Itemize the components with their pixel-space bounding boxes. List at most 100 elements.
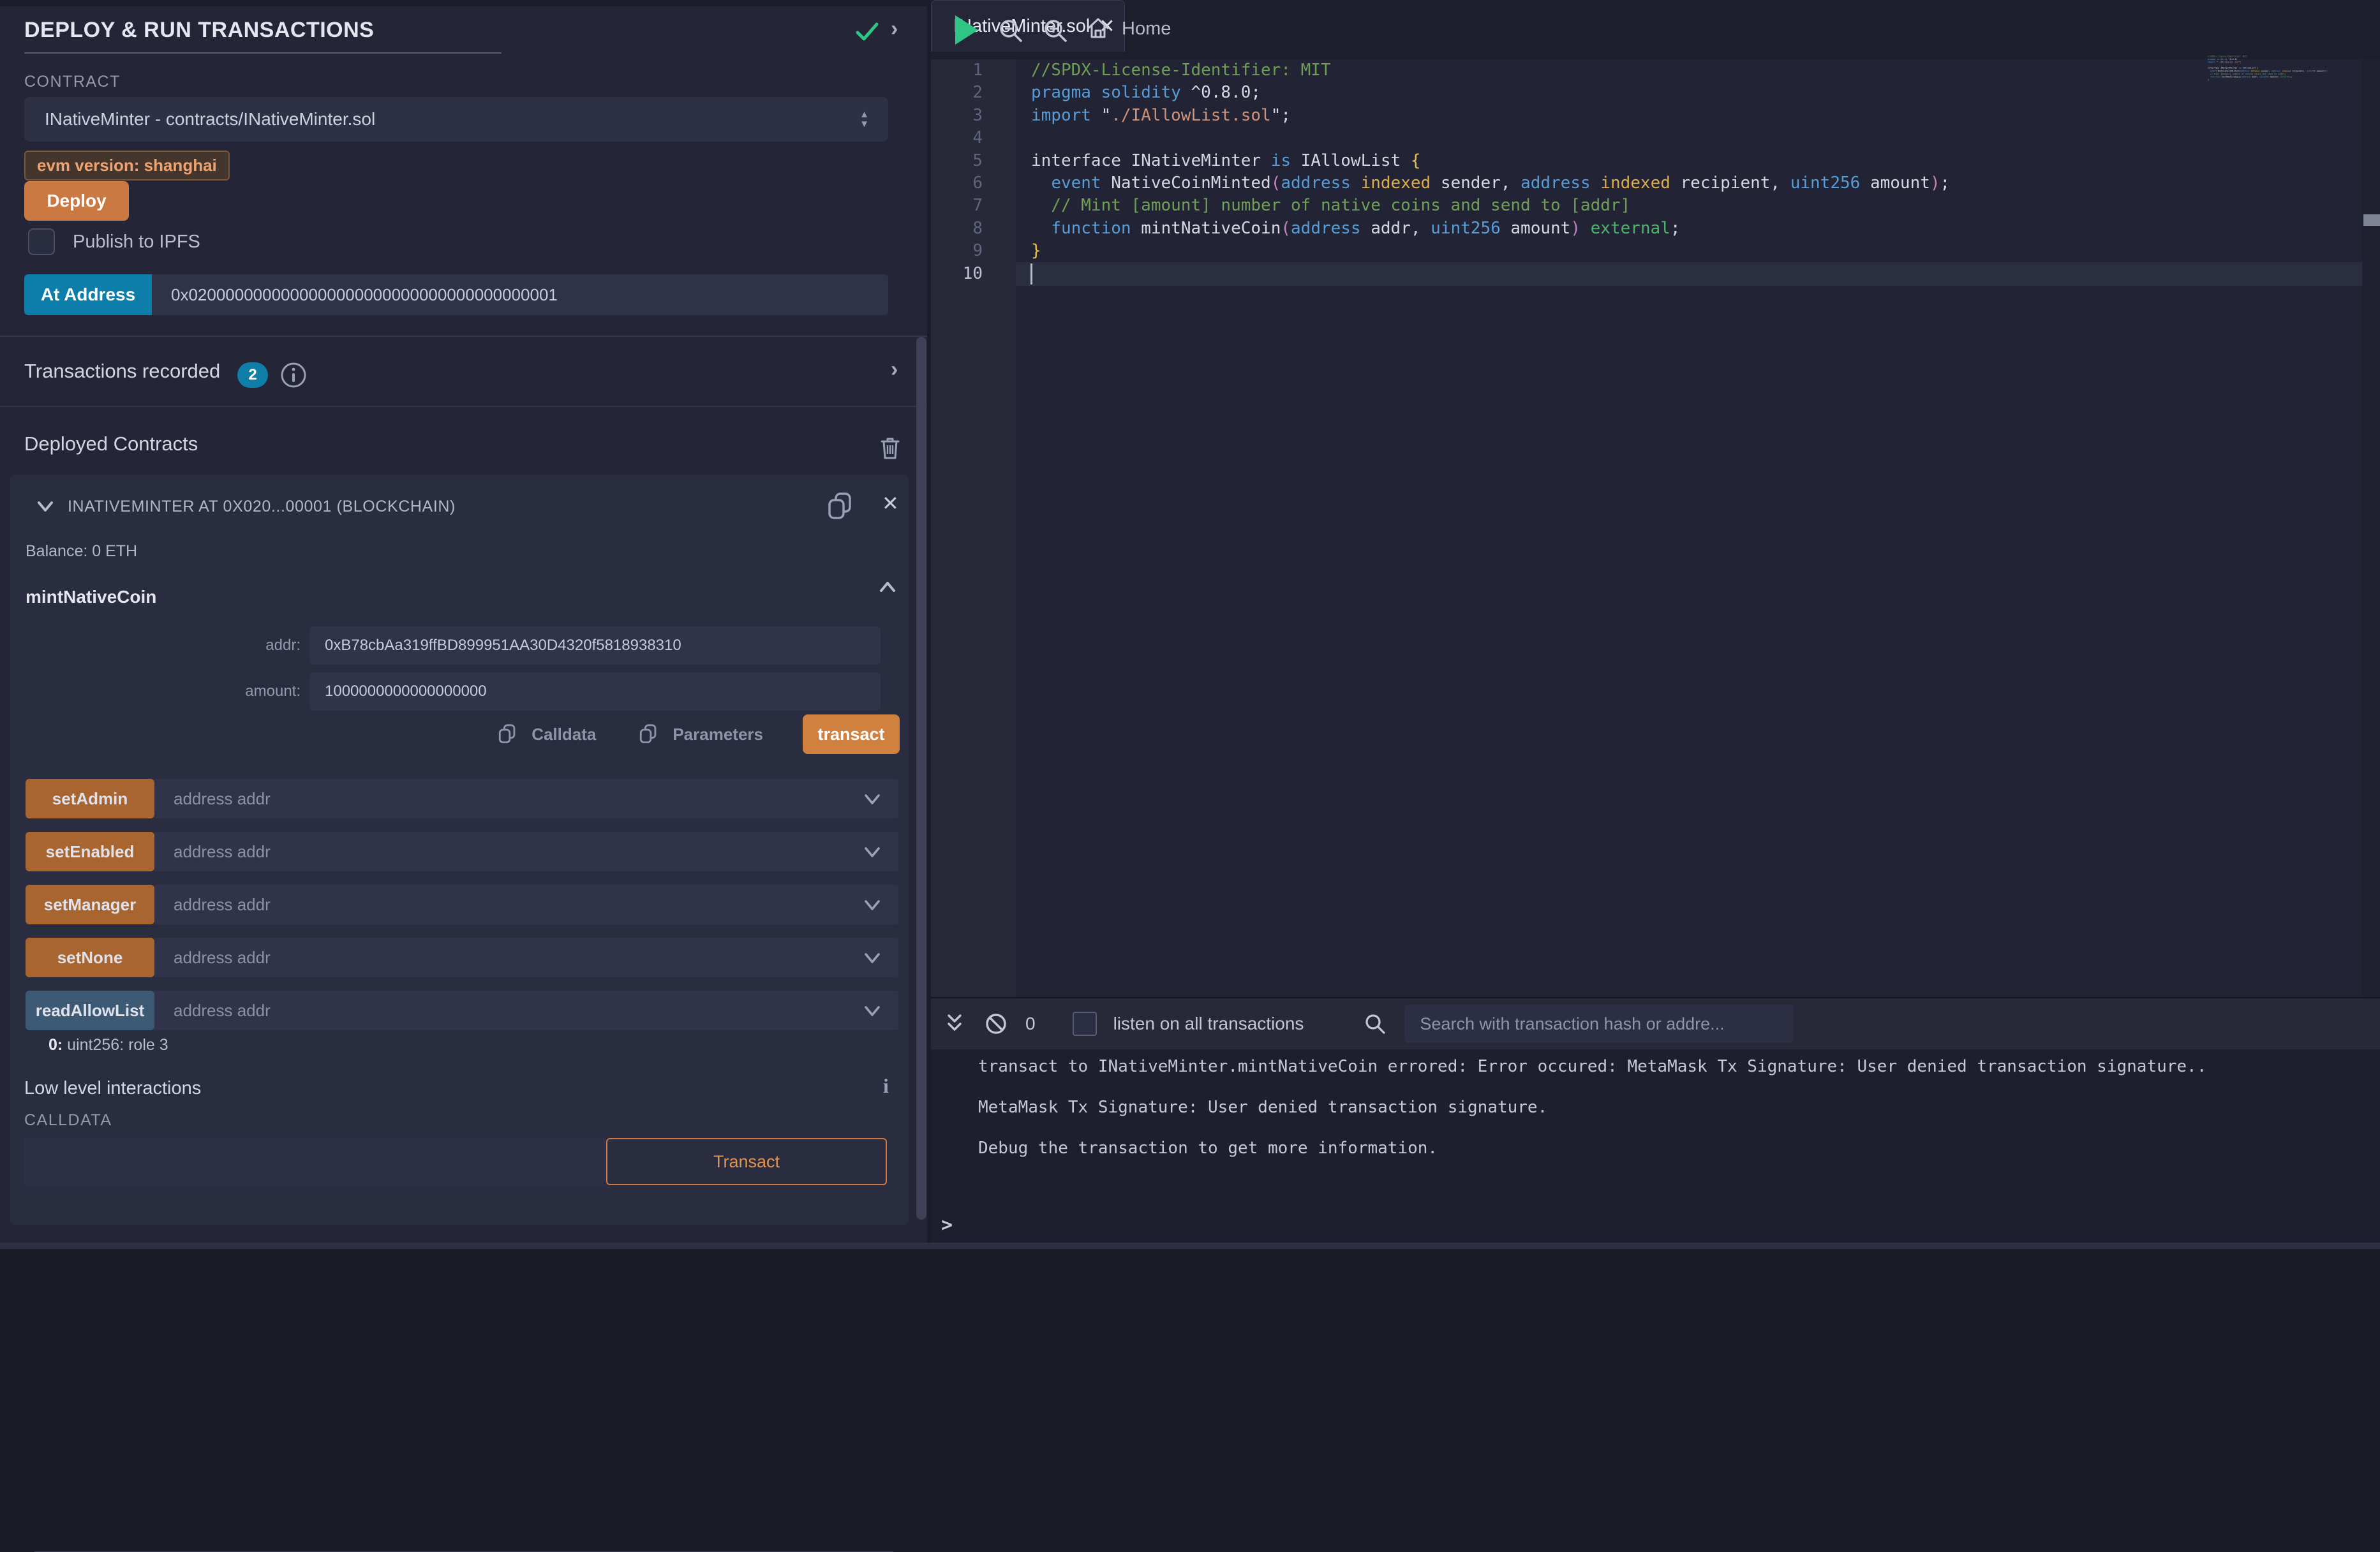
code-line[interactable] xyxy=(1031,127,1950,149)
transactions-recorded-label: Transactions recorded xyxy=(24,360,220,383)
contract-label: CONTRACT xyxy=(24,73,121,91)
expand-chevron-icon[interactable] xyxy=(861,788,883,809)
trash-icon[interactable] xyxy=(877,434,904,462)
fn-button-setManager[interactable]: setManager xyxy=(26,885,154,924)
addr-field-label: addr: xyxy=(10,637,309,654)
contract-select[interactable]: INativeMinter - contracts/INativeMinter.… xyxy=(24,97,888,142)
transactions-expand-chevron[interactable]: › xyxy=(891,357,898,382)
terminal-header: 0 listen on all transactions xyxy=(931,998,2380,1049)
amount-field-input[interactable] xyxy=(309,672,881,711)
contract-select-value: INativeMinter - contracts/INativeMinter.… xyxy=(45,109,375,129)
deploy-button[interactable]: Deploy xyxy=(24,181,129,221)
fn-placeholder[interactable]: address addr xyxy=(174,789,861,809)
pending-tx-count: 0 xyxy=(1025,1014,1036,1034)
code-line[interactable]: // Mint [amount] number of native coins … xyxy=(1031,195,1950,217)
tab-home[interactable]: Home xyxy=(1085,15,1171,42)
publish-ipfs-checkbox[interactable] xyxy=(28,228,55,255)
code-line[interactable]: event NativeCoinMinted(address indexed s… xyxy=(1031,172,1950,195)
deploy-run-panel: DEPLOY & RUN TRANSACTIONS › CONTRACT INa… xyxy=(0,0,930,1249)
expand-chevron-icon[interactable] xyxy=(861,947,883,968)
code-line[interactable]: pragma solidity ^0.8.0; xyxy=(1031,82,1950,104)
expand-chevron-icon[interactable] xyxy=(861,1000,883,1021)
contract-balance: Balance: 0 ETH xyxy=(26,542,137,561)
function-collapse-chevron-icon[interactable] xyxy=(877,577,898,598)
code-line[interactable]: function mintNativeCoin(address addr, ui… xyxy=(1031,218,1950,240)
code-line[interactable]: //SPDX-License-Identifier: MIT xyxy=(1031,59,1950,82)
addr-field-input[interactable] xyxy=(309,626,881,665)
function-row-setNone: address addr setNone xyxy=(26,938,904,977)
code-content[interactable]: //SPDX-License-Identifier: MITpragma sol… xyxy=(1031,59,1950,285)
low-level-transact-button[interactable]: Transact xyxy=(606,1138,887,1185)
run-script-icon[interactable] xyxy=(955,15,978,45)
terminal-search-icon xyxy=(1362,1011,1388,1037)
editor-gutter: 12345678910 xyxy=(931,59,999,285)
contract-instance-title: INATIVEMINTER AT 0X020...00001 (BLOCKCHA… xyxy=(68,498,456,516)
calldata-section-label: CALLDATA xyxy=(24,1111,112,1130)
expand-chevron-icon[interactable] xyxy=(861,894,883,915)
copy-address-icon[interactable] xyxy=(826,490,856,523)
title-underline xyxy=(24,52,502,54)
editor-tabbar: Home INativeMinter.sol ✕ xyxy=(931,0,2380,59)
parameters-copy-label[interactable]: Parameters xyxy=(673,725,763,744)
home-icon xyxy=(1085,15,1112,42)
terminal-line: MetaMask Tx Signature: User denied trans… xyxy=(978,1098,1547,1117)
tab-home-label: Home xyxy=(1122,18,1171,40)
fn-placeholder[interactable]: address addr xyxy=(174,895,861,915)
panel-scrollbar[interactable] xyxy=(916,337,926,1220)
fn-button-setEnabled[interactable]: setEnabled xyxy=(26,832,154,871)
transact-button[interactable]: transact xyxy=(803,714,900,754)
fn-placeholder[interactable]: address addr xyxy=(174,1001,861,1021)
transactions-count-badge: 2 xyxy=(237,362,268,388)
zoom-in-icon[interactable] xyxy=(1041,17,1071,46)
low-level-title: Low level interactions xyxy=(24,1078,201,1099)
low-level-info-icon[interactable]: i xyxy=(883,1074,889,1098)
terminal: 0 listen on all transactions transact to… xyxy=(931,997,2380,1244)
publish-ipfs-label: Publish to IPFS xyxy=(73,232,200,253)
panel-collapse-chevron[interactable]: › xyxy=(891,17,898,41)
terminal-prompt[interactable]: > xyxy=(941,1214,953,1236)
terminal-search-input[interactable] xyxy=(1404,1005,1794,1043)
calldata-copy-label[interactable]: Calldata xyxy=(532,725,596,744)
at-address-input[interactable] xyxy=(152,274,888,315)
terminal-expand-icon[interactable] xyxy=(942,1012,967,1036)
function-row-setManager: address addr setManager xyxy=(26,885,904,924)
info-icon[interactable] xyxy=(279,361,308,389)
editor-overview-ruler xyxy=(2362,59,2380,997)
compile-success-check-icon xyxy=(854,18,881,45)
clear-console-icon[interactable] xyxy=(983,1011,1009,1037)
fn-placeholder[interactable]: address addr xyxy=(174,948,861,968)
terminal-line: Debug the transaction to get more inform… xyxy=(978,1139,1438,1158)
copy-calldata-icon[interactable] xyxy=(497,722,519,746)
at-address-button[interactable]: At Address xyxy=(24,274,152,315)
copy-parameters-icon[interactable] xyxy=(638,722,660,746)
fn-placeholder[interactable]: address addr xyxy=(174,842,861,862)
deployed-contracts-title: Deployed Contracts xyxy=(24,432,198,455)
deployed-contract-card: INATIVEMINTER AT 0X020...00001 (BLOCKCHA… xyxy=(10,475,909,1225)
evm-version-badge: evm version: shanghai xyxy=(24,151,230,181)
amount-field-label: amount: xyxy=(10,683,309,700)
terminal-line: transact to INativeMinter.mintNativeCoin… xyxy=(978,1057,2206,1076)
code-line[interactable] xyxy=(2208,81,2362,84)
listen-all-checkbox[interactable] xyxy=(1073,1012,1097,1036)
code-line[interactable]: } xyxy=(1031,240,1950,262)
code-line[interactable] xyxy=(1031,263,1950,285)
expand-chevron-icon[interactable] xyxy=(861,841,883,862)
zoom-out-icon[interactable] xyxy=(997,17,1026,46)
function-row-readAllowList: address addr readAllowList xyxy=(26,991,904,1030)
function-row-setAdmin: address addr setAdmin xyxy=(26,779,904,818)
low-level-calldata-input[interactable] xyxy=(24,1138,606,1186)
code-line[interactable]: interface INativeMinter is IAllowList { xyxy=(1031,150,1950,172)
panel-title: DEPLOY & RUN TRANSACTIONS xyxy=(24,18,374,43)
editor-cursor xyxy=(1030,263,1032,285)
contract-collapse-chevron-icon[interactable] xyxy=(34,495,56,517)
fn-button-setAdmin[interactable]: setAdmin xyxy=(26,779,154,818)
code-line[interactable]: import "./IAllowList.sol"; xyxy=(1031,105,1950,127)
call-output: 0: uint256: role 3 xyxy=(48,1036,168,1054)
editor-scrollbar-thumb[interactable] xyxy=(2363,214,2380,226)
select-caret-icon: ▲▼ xyxy=(859,110,869,129)
fn-button-setNone[interactable]: setNone xyxy=(26,938,154,977)
function-name: mintNativeCoin xyxy=(26,587,156,607)
fn-button-readAllowList[interactable]: readAllowList xyxy=(26,991,154,1030)
remove-contract-icon[interactable]: ✕ xyxy=(882,491,899,515)
editor-minimap[interactable]: //SPDX-License-Identifier: MITpragma sol… xyxy=(2208,55,2362,310)
